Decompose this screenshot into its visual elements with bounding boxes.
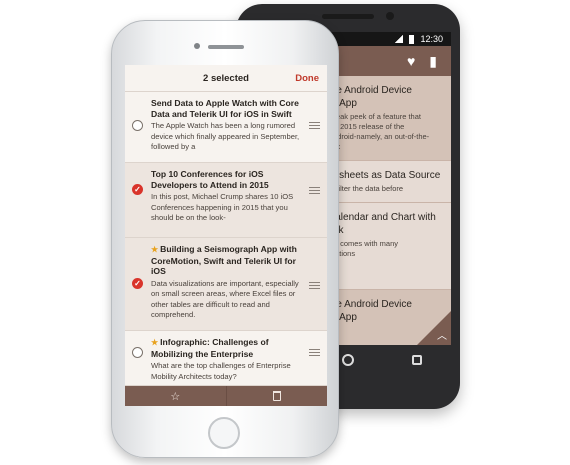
- item-desc: The Apple Watch has been a long rumored …: [151, 121, 300, 151]
- home-button[interactable]: [208, 417, 240, 449]
- status-time: 12:30: [420, 34, 443, 44]
- battery-icon: [409, 34, 415, 44]
- item-desc: What are the top challenges of Enterpris…: [151, 361, 291, 381]
- bottom-toolbar: ☆: [125, 386, 327, 406]
- star-icon: ★: [151, 245, 159, 254]
- iphone: 2 selected Done Send Data to Apple Watch…: [111, 20, 339, 458]
- favorite-button[interactable]: ☆: [125, 386, 226, 406]
- android-camera: [386, 12, 394, 20]
- item-title-text: Infographic: Challenges of Mobilizing th…: [151, 337, 269, 359]
- drag-handle-icon[interactable]: [309, 187, 320, 194]
- list-item[interactable]: Send Data to Apple Watch with Core Data …: [125, 92, 327, 163]
- list-item[interactable]: ★ Infographic: Challenges of Mobilizing t…: [125, 331, 327, 386]
- checkbox[interactable]: [132, 120, 143, 131]
- android-earpiece: [322, 14, 374, 19]
- signal-icon: [395, 35, 404, 43]
- home-icon[interactable]: [342, 354, 354, 366]
- iphone-speaker: [208, 45, 244, 49]
- item-title: ★ Building a Seismograph App with CoreMot…: [151, 244, 305, 277]
- item-title-text: Building a Seismograph App with CoreMoti…: [151, 244, 297, 277]
- done-button[interactable]: Done: [295, 73, 319, 84]
- trash-icon[interactable]: ▮: [429, 53, 437, 70]
- trash-icon: [272, 391, 281, 401]
- device-showcase: 12:30 ♥ ▮ the Android Device ur App snea…: [0, 0, 570, 465]
- item-title: ★ Infographic: Challenges of Mobilizing t…: [151, 337, 305, 359]
- drag-handle-icon[interactable]: [309, 282, 320, 289]
- drag-handle-icon[interactable]: [309, 349, 320, 356]
- item-desc: In this post, Michael Crump shares 10 iO…: [151, 192, 294, 222]
- star-icon: ★: [151, 338, 159, 347]
- delete-button[interactable]: [225, 386, 328, 406]
- item-title: Send Data to Apple Watch with Core Data …: [151, 98, 299, 119]
- selection-count: 2 selected: [203, 72, 249, 84]
- iphone-camera: [194, 43, 200, 49]
- checkbox-checked-icon[interactable]: ✓: [132, 278, 143, 289]
- item-title: Top 10 Conferences for iOS Developers to…: [151, 169, 269, 190]
- selection-header: 2 selected Done: [125, 65, 327, 92]
- star-outline-icon: ☆: [170, 390, 181, 403]
- checkbox[interactable]: [132, 347, 143, 358]
- recent-apps-icon[interactable]: [412, 355, 422, 365]
- list-item[interactable]: ✓ ★ Building a Seismograph App with CoreM…: [125, 238, 327, 331]
- chevron-up-icon[interactable]: ︿: [437, 327, 447, 342]
- list-item[interactable]: ✓ Top 10 Conferences for iOS Developers …: [125, 163, 327, 238]
- iphone-screen: 2 selected Done Send Data to Apple Watch…: [125, 65, 327, 406]
- heart-icon[interactable]: ♥: [407, 53, 415, 69]
- item-desc: Data visualizations are important, espec…: [151, 278, 299, 319]
- checkbox-checked-icon[interactable]: ✓: [132, 184, 143, 195]
- drag-handle-icon[interactable]: [309, 122, 320, 129]
